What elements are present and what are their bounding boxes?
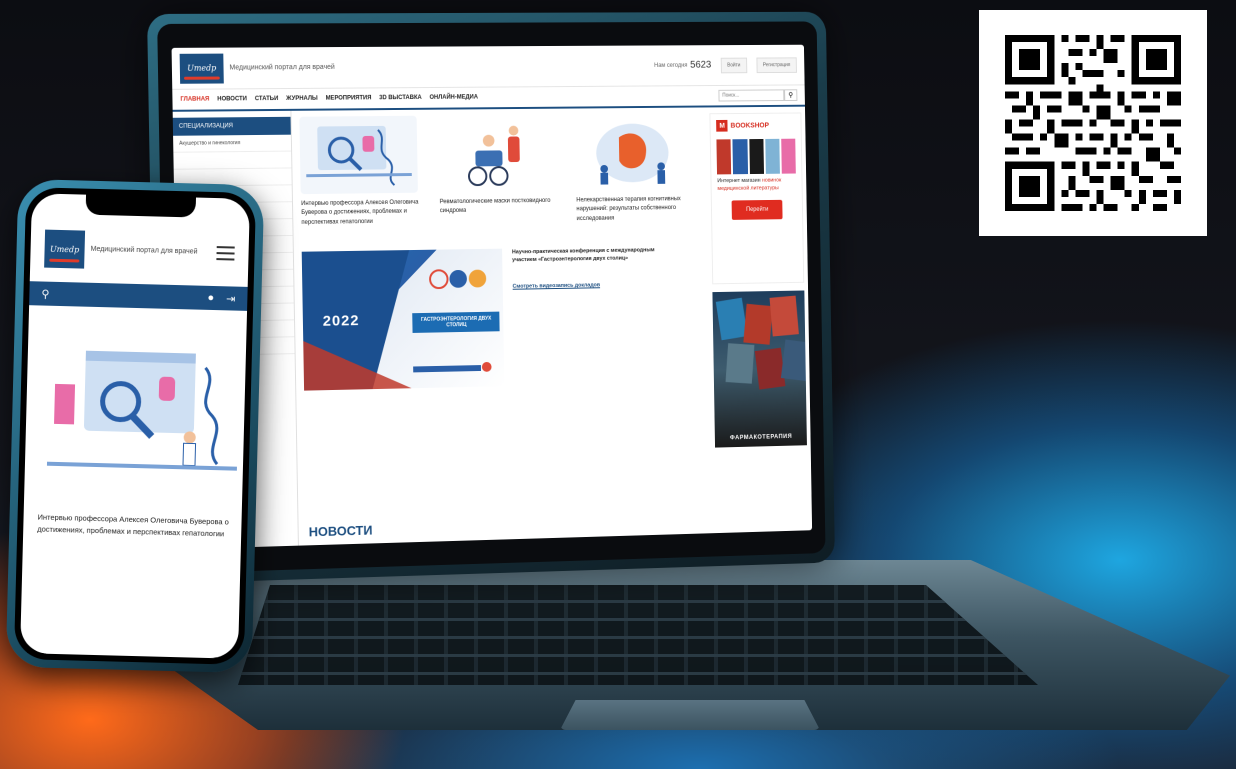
conference-video-link[interactable]: Смотреть видеозапись докладов [513, 282, 656, 290]
visitors-counter: Нам сегодня 5623 [654, 60, 711, 71]
qr-code [979, 10, 1207, 236]
site-tagline: Медицинский портал для врачей [229, 63, 335, 72]
qr-code-image [1005, 35, 1181, 211]
conference-banner-title: ГАСТРОЭНТЕРОЛОГИЯ ДВУХ СТОЛИЦ [412, 311, 500, 333]
nav-item-articles[interactable]: СТАТЬИ [255, 96, 279, 102]
logout-icon[interactable]: ⇥ [226, 292, 236, 305]
bookshop-logo: M BOOKSHOP [716, 119, 795, 132]
bookshop-logo-text: BOOKSHOP [730, 121, 769, 130]
nav-item-journals[interactable]: ЖУРНАЛЫ [286, 96, 318, 102]
search-input[interactable] [718, 89, 785, 102]
hamburger-menu-icon[interactable] [216, 246, 235, 261]
site-logo[interactable]: Umedp [179, 53, 224, 84]
pharmacotherapy-title: ФАРМАКОТЕРАПИЯ [729, 433, 793, 442]
nav-item-home[interactable]: ГЛАВНАЯ [180, 97, 209, 103]
search-icon[interactable]: ⚲ [41, 287, 49, 300]
hepatology-illustration [46, 344, 240, 479]
main-content: Интервью профессора Алексея Олеговича Бу… [292, 107, 713, 545]
pharmacotherapy-ad[interactable]: ФАРМАКОТЕРАПИЯ [712, 290, 807, 448]
site-header: Umedp Медицинский портал для врачей Нам … [171, 44, 805, 90]
nav-item-events[interactable]: МЕРОПРИЯТИЯ [326, 95, 372, 101]
cognitive-illustration [574, 113, 691, 191]
conference-info: Научно-практическая конференция с междун… [512, 246, 658, 386]
nav-item-news[interactable]: НОВОСТИ [217, 96, 247, 102]
sidebar-item[interactable]: Акушерство и гинекология [173, 134, 292, 153]
conference-description: Научно-практическая конференция с междун… [511, 247, 655, 264]
article-card[interactable]: Интервью профессора Алексея Олеговича Бу… [299, 115, 429, 228]
news-heading: НОВОСТИ [308, 522, 373, 540]
site-search: ⚲ [718, 89, 798, 102]
visitors-count: 5623 [690, 59, 712, 71]
bookshop-text: Интернет магазин новинок медицинской лит… [717, 177, 796, 193]
phone-article-title[interactable]: Интервью профессора Алексея Олеговича Бу… [37, 511, 234, 540]
register-button[interactable]: Регистрация [756, 56, 797, 73]
laptop-screen: Umedp Медицинский портал для врачей Нам … [171, 44, 813, 550]
phone-toolbar: ⚲ ● ⇥ [29, 281, 248, 311]
article-card-title: Интервью профессора Алексея Олеговича Бу… [301, 199, 419, 226]
bookshop-ad[interactable]: M BOOKSHOP Интернет магазин новинок меди… [709, 112, 805, 285]
phone-bezel: Umedp Медицинский портал для врачей ⚲ ● … [13, 187, 257, 665]
conference-block: 2022 ГАСТРОЭНТЕРОЛОГИЯ ДВУХ СТОЛИЦ Научн… [301, 246, 703, 391]
phone-screen: Umedp Медицинский портал для врачей ⚲ ● … [20, 193, 250, 659]
hepatology-illustration [299, 115, 419, 195]
phone-logo[interactable]: Umedp [44, 229, 86, 269]
article-card-title: Ревматологические маски постковидного си… [439, 197, 551, 215]
article-card[interactable]: Ревматологические маски постковидного си… [438, 114, 565, 225]
right-column: M BOOKSHOP Интернет магазин новинок меди… [706, 107, 812, 534]
phone-tagline: Медицинский портал для врачей [90, 245, 198, 256]
nav-item-online-media[interactable]: ОНЛАЙН-МЕДИА [429, 95, 478, 101]
article-cards: Интервью профессора Алексея Олеговича Бу… [299, 113, 701, 228]
login-button[interactable]: Войти [720, 57, 748, 73]
bookshop-books [716, 138, 796, 175]
laptop-trackpad [560, 700, 820, 730]
bookshop-logo-mark: M [716, 119, 728, 132]
rheumatology-illustration [438, 114, 556, 193]
sidebar-title: СПЕЦИАЛИЗАЦИЯ [172, 116, 292, 136]
bookshop-go-button[interactable]: Перейти [731, 200, 783, 221]
user-icon[interactable]: ● [207, 291, 214, 304]
site-body: СПЕЦИАЛИЗАЦИЯ Акушерство и гинекология И… [172, 107, 812, 550]
conference-banner[interactable]: 2022 ГАСТРОЭНТЕРОЛОГИЯ ДВУХ СТОЛИЦ [301, 248, 505, 391]
visitors-label: Нам сегодня [654, 62, 688, 69]
conference-year: 2022 [322, 312, 360, 330]
phone-notch [85, 194, 197, 218]
smartphone: Umedp Медицинский портал для врачей ⚲ ● … [5, 178, 265, 674]
phone-header: Umedp Медицинский портал для врачей [44, 226, 235, 277]
search-icon[interactable]: ⚲ [784, 89, 798, 102]
sidebar-item[interactable] [173, 151, 292, 170]
bookshop-text-a: Интернет магазин [717, 177, 761, 185]
article-card[interactable]: Нелекарственная терапия когнитивных нару… [574, 113, 700, 224]
laptop-keyboard-rows [238, 585, 1038, 685]
article-card-title: Нелекарственная терапия когнитивных нару… [576, 196, 681, 222]
nav-item-3d-expo[interactable]: 3D ВЫСТАВКА [379, 95, 422, 101]
